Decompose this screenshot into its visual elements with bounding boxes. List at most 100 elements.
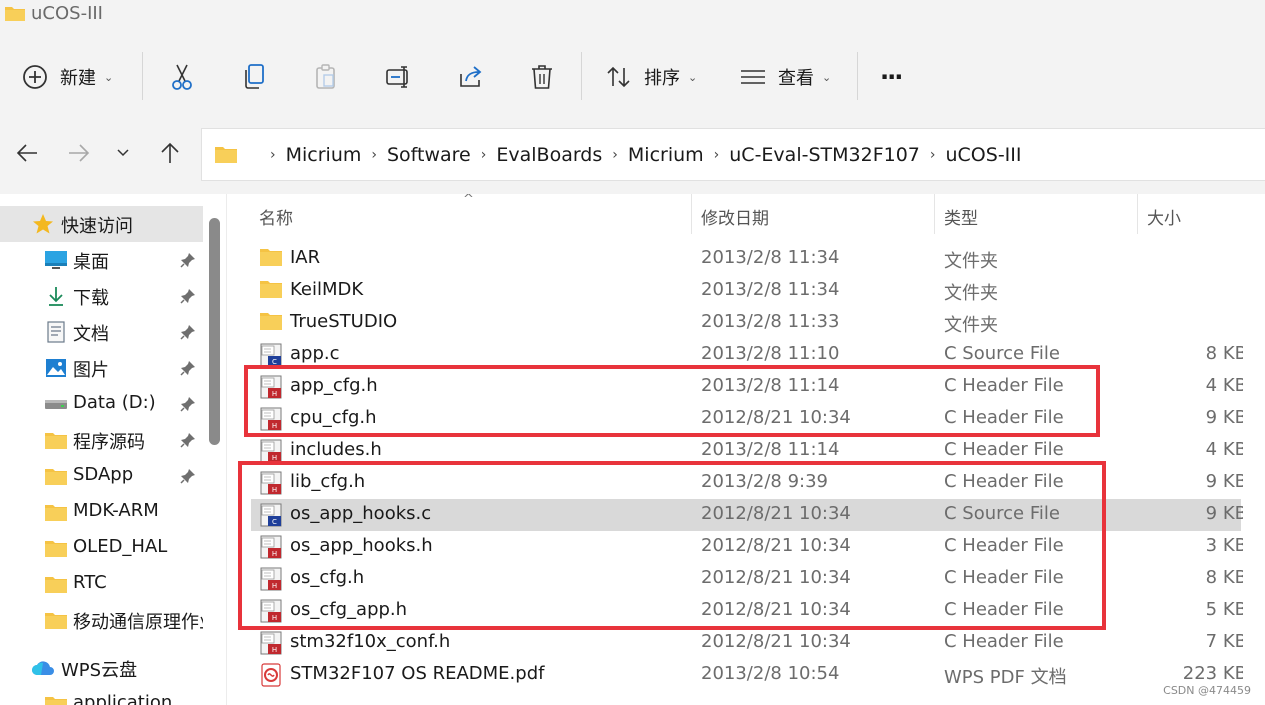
back-button[interactable] — [12, 138, 42, 168]
sidebar-item[interactable]: 文档 — [0, 314, 203, 350]
column-header-name[interactable]: 名称 — [259, 204, 293, 229]
sidebar-item[interactable]: OLED_HAL — [0, 530, 203, 566]
recent-locations-button[interactable] — [108, 138, 138, 168]
sidebar-item[interactable]: 快速访问 — [0, 206, 203, 242]
column-header-row: ^ 名称 修改日期 类型 大小 — [227, 194, 1265, 234]
view-button[interactable]: 查看 ⌄ — [740, 46, 831, 108]
file-size: 5 KB — [1205, 599, 1247, 620]
sidebar-item[interactable]: MDK-ARM — [0, 494, 203, 530]
sidebar-item-label: 文档 — [73, 324, 109, 345]
up-button[interactable] — [155, 138, 185, 168]
column-divider[interactable] — [1137, 194, 1138, 234]
folder-icon — [43, 427, 69, 453]
new-button[interactable]: 新建 ⌄ — [22, 46, 113, 108]
download-icon — [43, 283, 69, 309]
svg-text:H: H — [272, 646, 277, 654]
folder-icon — [259, 247, 283, 271]
breadcrumb-item[interactable]: uC-Eval-STM32F107 — [729, 144, 920, 166]
breadcrumb-item[interactable]: EvalBoards — [496, 144, 602, 166]
column-divider[interactable] — [934, 194, 935, 234]
paste-icon — [316, 64, 335, 89]
file-row[interactable]: STM32F107 OS README.pdf 2013/2/8 10:54 WPS… — [251, 659, 1247, 691]
arrow-right-icon — [69, 144, 90, 162]
sidebar-item[interactable]: RTC — [0, 566, 203, 602]
breadcrumb-item[interactable]: uCOS-III — [946, 144, 1022, 166]
sidebar-item[interactable]: 下载 — [0, 278, 203, 314]
sidebar-item[interactable]: SDApp — [0, 458, 203, 494]
pin-icon[interactable] — [180, 288, 196, 309]
new-button-label: 新建 — [60, 68, 96, 89]
breadcrumb-item[interactable]: Micrium — [628, 144, 704, 166]
sidebar-item[interactable]: Data (D:) — [0, 386, 203, 422]
pin-icon[interactable] — [180, 360, 196, 381]
file-size: 8 KB — [1205, 567, 1247, 588]
sidebar-item[interactable]: 移动通信原理作业 — [0, 602, 203, 638]
file-type: C Source File — [944, 343, 1060, 364]
sidebar-item[interactable]: 桌面 — [0, 242, 203, 278]
sidebar-scrollbar[interactable] — [209, 218, 220, 445]
file-row[interactable]: IAR 2013/2/8 11:34 文件夹 — [251, 243, 1241, 275]
file-date: 2013/2/8 11:34 — [701, 279, 840, 300]
file-date: 2013/2/8 11:14 — [701, 439, 840, 460]
sort-ascending-icon: ^ — [463, 194, 474, 207]
plus-circle-icon — [23, 65, 47, 89]
sidebar-item-label: Data (D:) — [73, 392, 156, 413]
file-name: STM32F107 OS README.pdf — [290, 663, 545, 684]
folder-icon — [215, 147, 237, 163]
more-options-button[interactable]: ··· — [880, 46, 903, 108]
cut-button[interactable] — [169, 46, 195, 108]
file-type: WPS PDF 文档 — [944, 667, 1067, 688]
toolbar-divider — [857, 52, 858, 100]
column-header-type[interactable]: 类型 — [944, 204, 978, 229]
sort-icon — [607, 66, 630, 88]
delete-button[interactable] — [530, 46, 554, 108]
column-divider[interactable] — [691, 194, 692, 234]
arrow-up-icon — [161, 142, 179, 163]
annotation-box — [244, 365, 1100, 437]
sidebar-item-label: 下载 — [73, 288, 109, 309]
file-size: 8 KB — [1205, 343, 1247, 364]
watermark: CSDN @474459 — [1163, 684, 1251, 697]
forward-button[interactable] — [64, 138, 94, 168]
pin-icon[interactable] — [180, 252, 196, 273]
pdf-file-icon — [259, 663, 283, 687]
folder-icon — [43, 571, 69, 597]
file-type: 文件夹 — [944, 315, 998, 336]
sidebar-item[interactable]: 程序源码 — [0, 422, 203, 458]
address-bar[interactable]: › Micrium › Software › EvalBoards › Micr… — [201, 128, 1265, 181]
file-size: 9 KB — [1205, 471, 1247, 492]
folder-icon — [259, 311, 283, 335]
paste-button[interactable] — [314, 46, 338, 108]
file-size: 4 KB — [1205, 439, 1247, 460]
more-icon: ··· — [880, 63, 903, 91]
breadcrumb-separator: › — [480, 146, 487, 163]
sidebar-item[interactable]: application — [0, 686, 203, 705]
sort-button[interactable]: 排序 ⌄ — [606, 46, 697, 108]
sidebar-item[interactable]: 图片 — [0, 350, 203, 386]
pin-icon[interactable] — [180, 324, 196, 345]
sidebar-item[interactable]: WPS云盘 — [0, 650, 203, 686]
folder-icon — [43, 535, 69, 561]
file-row[interactable]: Hstm32f10x_conf.h 2012/8/21 10:34 C Header… — [251, 627, 1247, 659]
navigation-pane: 快速访问 桌面下载文档图片 Data (D:) 程序源码 SDApp MDK-ARM OLE… — [0, 194, 203, 705]
file-date: 2013/2/8 11:10 — [701, 343, 840, 364]
file-row[interactable]: KeilMDK 2013/2/8 11:34 文件夹 — [251, 275, 1241, 307]
column-header-size[interactable]: 大小 — [1147, 204, 1181, 229]
breadcrumb-separator: › — [371, 146, 377, 163]
breadcrumb-item[interactable]: Software — [387, 144, 471, 166]
breadcrumb-item[interactable]: Micrium — [286, 144, 362, 166]
pin-icon[interactable] — [180, 432, 196, 453]
file-date: 2013/2/8 11:33 — [701, 311, 840, 332]
view-button-label: 查看 — [778, 68, 814, 89]
copy-button[interactable] — [242, 46, 266, 108]
rename-button[interactable] — [385, 46, 413, 108]
arrow-left-icon — [16, 144, 37, 162]
file-row[interactable]: TrueSTUDIO 2013/2/8 11:33 文件夹 — [251, 307, 1241, 339]
pin-icon[interactable] — [180, 396, 196, 417]
column-header-date[interactable]: 修改日期 — [701, 204, 769, 229]
share-button[interactable] — [457, 46, 485, 108]
breadcrumb: › Micrium › Software › EvalBoards › Micr… — [260, 129, 1022, 180]
folder-icon — [43, 691, 69, 705]
title-bar: uCOS-III — [0, 0, 1265, 30]
pin-icon[interactable] — [180, 468, 196, 489]
